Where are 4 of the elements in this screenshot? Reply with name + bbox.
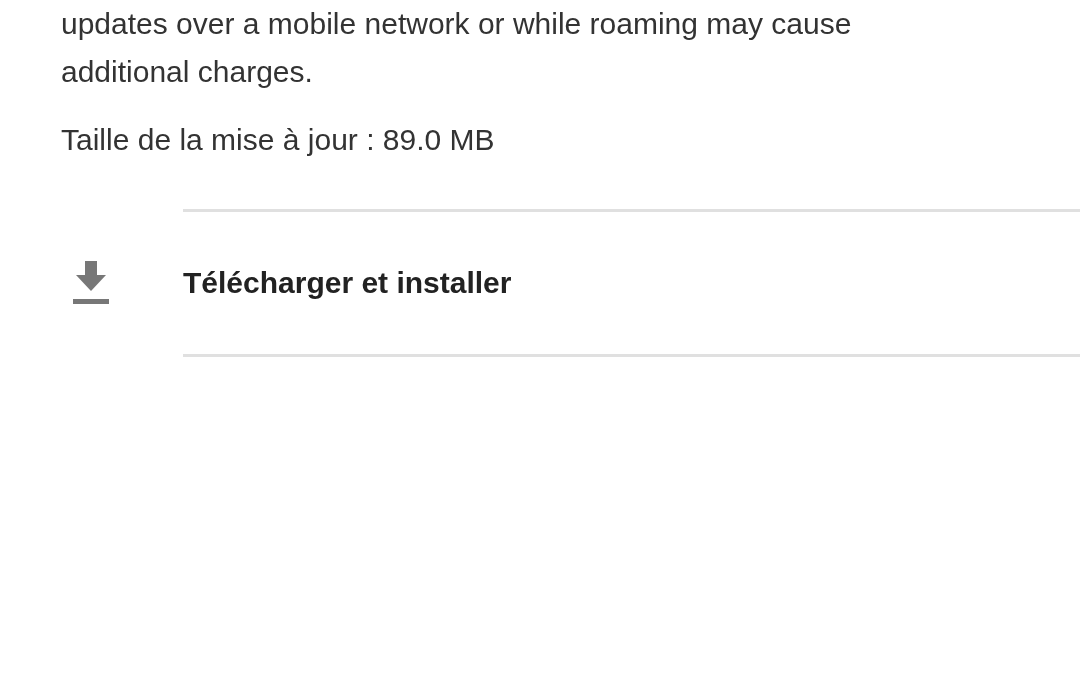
description-text: updates over a mobile network or while roaming may cause additional charges. [61,6,853,90]
update-size-text: Taille de la mise à jour : 89.0 MB [61,122,495,158]
download-icon [72,261,110,305]
download-install-button[interactable]: Télécharger et installer [183,266,512,300]
